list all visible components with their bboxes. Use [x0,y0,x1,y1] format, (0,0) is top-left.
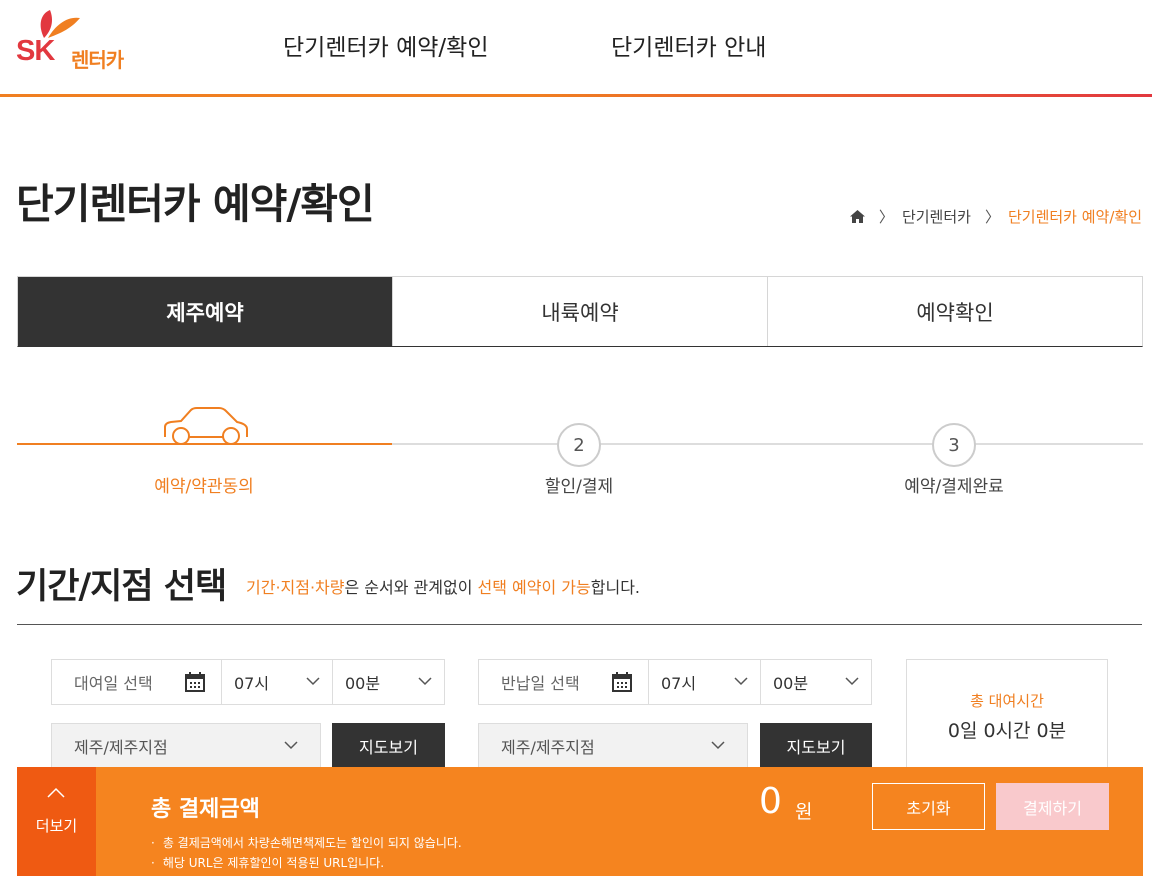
rental-date-placeholder: 대여일 선택 [74,674,153,693]
step-progress-remaining [392,443,1143,445]
breadcrumb-separator: 〉 [878,208,894,226]
reset-button[interactable]: 초기화 [872,783,985,830]
section-divider [17,624,1142,625]
return-branch-value: 제주/제주지점 [501,738,595,757]
more-button[interactable]: 더보기 [17,767,96,876]
return-branch-select[interactable]: 제주/제주지점 [478,723,748,769]
rental-minute-select[interactable]: 00분 [332,659,445,705]
calendar-icon[interactable] [612,672,632,692]
logo-mark: SK [16,35,55,67]
pay-button[interactable]: 결제하기 [996,783,1109,830]
nav-reservation[interactable]: 단기렌터카 예약/확인 [283,28,489,62]
section-description: 기간·지점·차량은 순서와 관계없이 선택 예약이 가능합니다. [246,574,640,598]
total-payment-title: 총 결제금액 [151,797,260,822]
tab-jeju[interactable]: 제주예약 [18,277,393,346]
chevron-down-icon [284,741,298,750]
step-3-label: 예약/결제완료 [904,477,1004,497]
home-icon[interactable] [849,210,865,223]
desc-highlight: 선택 예약이 가능 [477,578,591,597]
chevron-down-icon [734,677,748,686]
return-hour-select[interactable]: 07시 [648,659,761,705]
section-title: 기간/지점 선택 [16,567,227,607]
chevron-down-icon [845,677,859,686]
return-date-picker[interactable]: 반납일 선택 [478,659,649,705]
reservation-tabs: 제주예약 내륙예약 예약확인 [17,276,1143,347]
desc-text: 합니다. [590,578,640,597]
return-date-placeholder: 반납일 선택 [501,674,580,693]
step-3-circle: 3 [932,423,976,467]
rental-minute-value: 00분 [345,674,381,693]
total-rental-time: 총 대여시간 0일 0시간 0분 [906,659,1108,771]
page-title: 단기렌터카 예약/확인 [16,180,375,228]
more-label: 더보기 [35,817,78,835]
payment-bar: 더보기 총 결제금액 총 결제금액에서 차량손해면책제도는 할인이 되지 않습니… [17,767,1143,876]
return-hour-value: 07시 [661,674,697,693]
currency-label: 원 [795,801,813,823]
step-2-circle: 2 [557,423,601,467]
total-time-label: 총 대여시간 [970,692,1044,710]
tab-check[interactable]: 예약확인 [768,277,1142,346]
payment-note: 해당 URL은 제휴할인이 적용된 URL입니다. [151,853,462,873]
tab-inland[interactable]: 내륙예약 [393,277,768,346]
return-minute-select[interactable]: 00분 [760,659,872,705]
calendar-icon[interactable] [185,672,205,692]
chevron-down-icon [418,677,432,686]
return-map-button[interactable]: 지도보기 [760,723,872,769]
site-header: SK 렌터카 단기렌터카 예약/확인 단기렌터카 안내 [0,0,1152,97]
total-amount: 0 [759,781,782,822]
breadcrumb-item[interactable]: 단기렌터카 [902,206,971,227]
desc-highlight: 기간·지점·차량 [246,578,345,597]
desc-text: 은 순서와 관계없이 [344,578,478,597]
rental-date-picker[interactable]: 대여일 선택 [51,659,222,705]
nav-guide[interactable]: 단기렌터카 안내 [611,28,766,62]
step-1-label: 예약/약관동의 [154,477,254,497]
rental-branch-value: 제주/제주지점 [74,738,168,757]
chevron-down-icon [306,677,320,686]
car-icon [164,407,248,445]
breadcrumb-current[interactable]: 단기렌터카 예약/확인 [1008,206,1142,227]
total-time-value: 0일 0시간 0분 [947,720,1067,742]
chevron-down-icon [711,741,725,750]
payment-notes: 총 결제금액에서 차량손해면책제도는 할인이 되지 않습니다. 해당 URL은 … [151,833,462,873]
step-2-label: 할인/결제 [544,477,614,497]
rental-hour-value: 07시 [234,674,270,693]
rental-map-button[interactable]: 지도보기 [332,723,445,769]
header-divider [0,94,1152,97]
rental-hour-select[interactable]: 07시 [221,659,333,705]
chevron-up-icon [47,787,65,798]
rental-branch-select[interactable]: 제주/제주지점 [51,723,321,769]
return-minute-value: 00분 [773,674,809,693]
sk-rentacar-logo[interactable]: SK 렌터카 [16,8,146,74]
breadcrumb: 〉 단기렌터카 〉 단기렌터카 예약/확인 [849,206,1142,227]
logo-word: 렌터카 [71,48,124,72]
payment-note: 총 결제금액에서 차량손해면책제도는 할인이 되지 않습니다. [151,833,462,853]
breadcrumb-separator: 〉 [984,208,1000,226]
